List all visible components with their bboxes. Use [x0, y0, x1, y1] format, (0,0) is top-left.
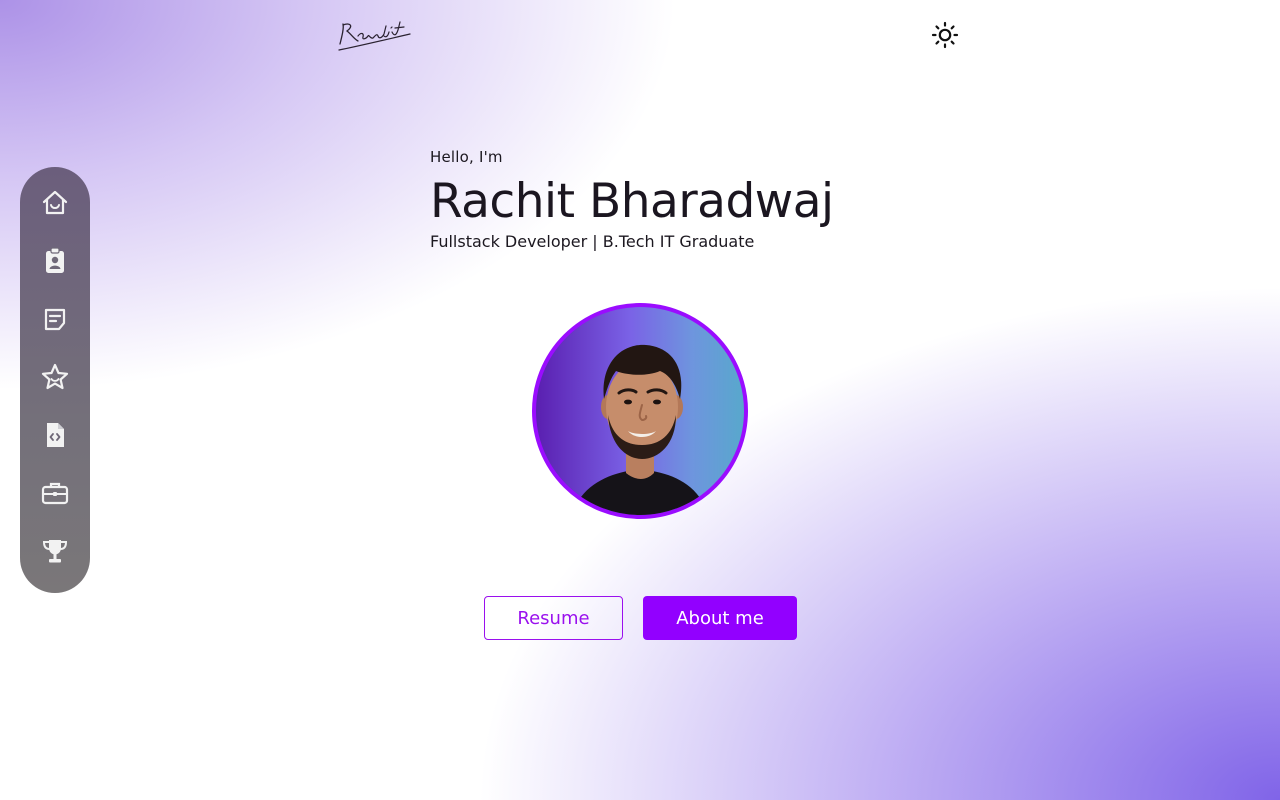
trophy-icon: [42, 540, 68, 563]
hero-name: Rachit Bharadwaj: [430, 174, 834, 229]
hero-tagline: Fullstack Developer | B.Tech IT Graduate: [430, 232, 755, 252]
briefcase-icon: [41, 482, 69, 505]
sun-icon: [931, 21, 959, 49]
home-icon: [42, 190, 68, 215]
nav-item-projects[interactable]: [38, 418, 72, 452]
greeting-text: Hello, I'm: [430, 148, 503, 166]
id-badge-icon: [46, 247, 64, 273]
signature-logo-image: [338, 21, 411, 51]
theme-toggle-button[interactable]: [928, 18, 962, 52]
code-file-icon: [47, 423, 64, 447]
nav-item-skills[interactable]: [38, 360, 72, 394]
about-me-button[interactable]: About me: [643, 596, 797, 640]
nav-item-experience[interactable]: [38, 476, 72, 510]
nav-item-achievements[interactable]: [38, 534, 72, 568]
nav-item-about[interactable]: [38, 244, 72, 278]
notes-icon: [44, 308, 66, 331]
nav-item-home[interactable]: [38, 186, 72, 220]
signature-logo[interactable]: [334, 14, 414, 56]
profile-photo: [572, 344, 708, 515]
star-icon: [41, 363, 69, 390]
hero-section: Hello, I'm Rachit Bharadwaj Fullstack De…: [430, 148, 834, 251]
side-navigation: [20, 167, 90, 593]
resume-button[interactable]: Resume: [484, 596, 623, 640]
nav-item-blog[interactable]: [38, 302, 72, 336]
profile-avatar: [532, 303, 748, 519]
